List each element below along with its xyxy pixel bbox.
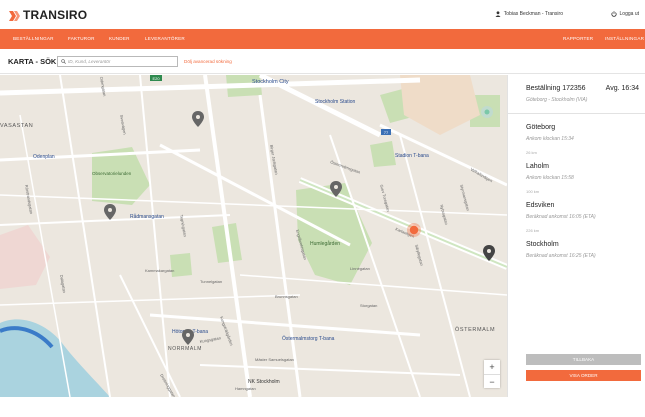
brand-name: TRANSIRO [23,8,88,22]
map-label-humlegarden: Humlegården [310,240,340,247]
map-label-nk: NK Stockholm [248,379,280,385]
stop-name[interactable]: Göteborg [526,124,555,131]
zoom-out-button[interactable]: − [484,374,500,388]
location-dot [481,106,493,118]
order-route: Göteborg - Stockholm (VIA) [526,97,588,103]
order-departure: Avg. 16:34 [605,85,639,92]
stop-name[interactable]: Stockholm [526,241,559,248]
park-small-4 [370,141,396,167]
map-label-storgatan: Storgatan [360,303,377,308]
map-label-ostermalmstorg: Östermalmstorg T-bana [282,335,335,342]
park-small-2 [170,253,192,277]
top-header: TRANSIRO Tobias Beckman - Transiro Logga… [0,0,645,29]
map-label-linnegatan: Linnégatan [350,266,370,271]
search-icon [61,59,66,64]
stop-name[interactable]: Laholm [526,163,549,170]
logout-button[interactable]: Logga ut [610,11,639,17]
power-icon [610,11,617,17]
nav-item-settings[interactable]: INSTÄLLNINGAR [605,36,644,41]
road-shield-77-label: 77 [384,130,389,135]
nav-item-suppliers[interactable]: LEVERANTÖRER [145,36,185,41]
stop-status: Ankom klockan 15:58 [526,175,574,181]
main-nav: BESTÄLLNINGAR FAKTUROR KUNDER LEVERANTÖR… [0,29,645,49]
map-label-observatorielunden: Observatorielunden [92,171,132,176]
nav-item-customers[interactable]: KUNDER [109,36,130,41]
map-label-vasastan: VASASTAN [0,123,33,129]
map-label-stadion: Stadion T-bana [395,153,429,159]
map-label-radmansgatan: Rådmansgatan [130,213,164,220]
map-label-kammakargatan: Kammakargatan [145,268,174,273]
nav-item-orders[interactable]: BESTÄLLNINGAR [13,36,54,41]
road-shield-e20-label: E20 [152,76,160,81]
vehicle-position-marker[interactable] [407,223,421,237]
advanced-search-toggle[interactable]: Dölj avancerad sökning [184,59,232,64]
map-label-brunnsgatan: Brunnsgatan [275,294,298,299]
search-toolbar: KARTA - SÖK Dölj avancerad sökning [0,49,645,74]
map-label-master-samuelsgatan: Mäster Samuelsgatan [255,357,294,362]
nav-item-reports[interactable]: RAPPORTER [563,36,593,41]
order-title: Beställning 172356 [526,85,586,92]
nav-item-invoices[interactable]: FAKTUROR [68,36,95,41]
divider [508,113,645,114]
stop-status: Beräknad ankomst 16:25 (ETA) [526,253,596,259]
logout-label: Logga ut [619,11,639,17]
app-root: TRANSIRO Tobias Beckman - Transiro Logga… [0,0,645,417]
map-label-stockholm-station: Stockholm Station [315,99,356,105]
stop-distance: 26 km [526,150,537,155]
brand-logo[interactable]: TRANSIRO [8,8,87,22]
show-order-button[interactable]: VISA ORDER [526,370,641,381]
footer [0,397,645,417]
map-view[interactable]: E20 77 VASASTAN Stockholm City Stockholm… [0,75,507,397]
back-button[interactable]: TILLBAKA [526,354,641,365]
user-name: Tobias Beckman - Transiro [503,11,563,17]
search-box[interactable] [57,56,178,67]
zoom-in-button[interactable]: + [484,360,500,374]
stop-status: Ankom klockan 15:34 [526,136,574,142]
stop-name[interactable]: Edsviken [526,202,554,209]
order-panel: Beställning 172356 Avg. 16:34 Göteborg -… [507,75,645,397]
user-icon [495,11,501,17]
stop-distance: 226 km [526,228,540,233]
map-label-stockholm-city: Stockholm City [252,79,289,85]
logo-mark-icon [9,10,20,21]
stop-status: Beräknad ankomst 16:05 (ETA) [526,214,596,220]
map-label-tunnelgatan: Tunnelgatan [200,279,222,284]
stop-distance: 100 km [526,189,540,194]
map-label-ostermalm: ÖSTERMALM [455,326,495,333]
map-label-hamngatan: Hamngatan [235,386,256,391]
map-label-norrmalm: NORRMALM [168,346,202,352]
user-menu[interactable]: Tobias Beckman - Transiro [495,11,563,17]
zoom-control: + − [484,360,500,388]
map-canvas[interactable]: E20 77 VASASTAN Stockholm City Stockholm… [0,75,507,397]
page-title: KARTA - SÖK [8,57,57,66]
search-input[interactable] [68,57,176,66]
map-label-odenplan: Odenplan [33,154,55,160]
